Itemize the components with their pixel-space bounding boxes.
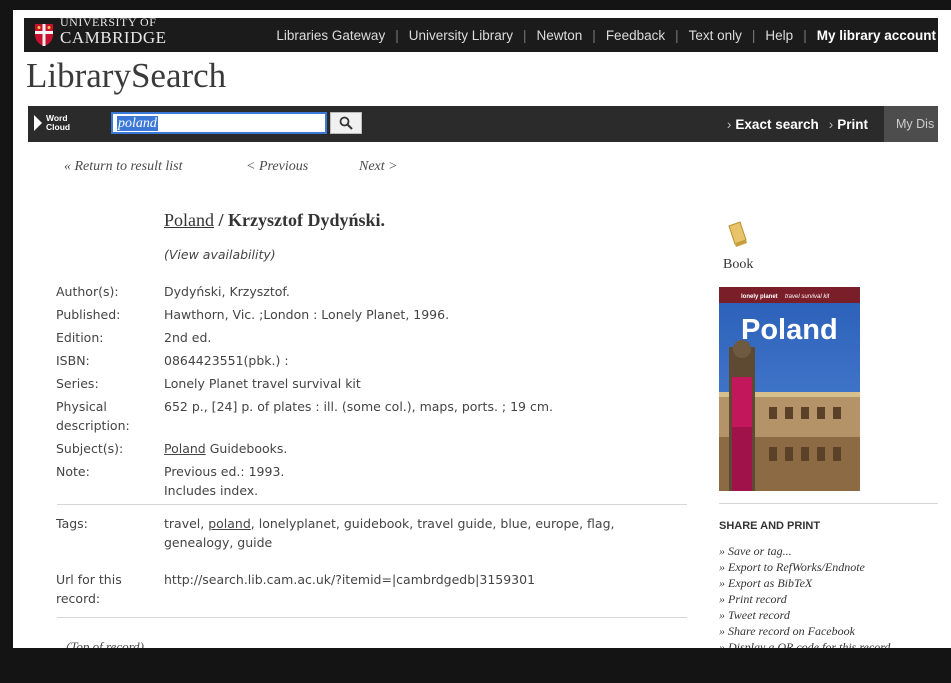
physical-value: 652 p., [24] p. of plates : ill. (some c… [164,399,553,414]
published-value: Hawthorn, Vic. ;London : Lonely Planet, … [164,307,450,322]
author-label: Author(s): [56,284,119,299]
published-label: Published: [56,307,121,322]
chevron-right-icon: › [726,116,732,132]
subject-rest: Guidebooks. [205,441,288,456]
cover-series: travel survival kit [785,294,830,300]
series-value: Lonely Planet travel survival kit [164,376,361,391]
share-and-print-heading: SHARE AND PRINT [719,520,821,532]
link-text-only[interactable]: Text only [679,28,752,43]
url-value[interactable]: http://search.lib.cam.ac.uk/?itemid=|cam… [164,570,706,608]
library-search-heading[interactable]: LibrarySearch [26,56,226,96]
play-triangle-icon [34,115,42,131]
my-discovery-tab[interactable]: My Dis [884,106,938,142]
book-cover-image[interactable]: lonely planet travel survival kit Poland [719,287,860,491]
edition-value: 2nd ed. [164,330,212,345]
word-cloud-toggle[interactable]: Word Cloud [34,114,70,132]
chevron-right-icon: › [828,116,834,132]
subject-link[interactable]: Poland [164,441,206,456]
share-list: » Save or tag... » Export to RefWorks/En… [719,543,890,655]
export-bibtex-link[interactable]: » Export as BibTeX [719,575,890,591]
cover-brand: lonely planet [741,294,778,300]
note-label: Note: [56,464,90,479]
search-input[interactable]: poland [111,112,327,134]
author-value: Dydyński, Krzysztof. [164,284,290,299]
note-line1: Previous ed.: 1993. [164,464,285,479]
link-help[interactable]: Help [755,28,803,43]
tags-value: travel, poland, lonelyplanet, guidebook,… [164,514,706,552]
format-label: Book [723,257,754,272]
print-label: Print [837,116,868,132]
next-link[interactable]: Next > [359,159,398,175]
isbn-label: ISBN: [56,353,90,368]
subject-value: Poland Guidebooks. [164,439,706,458]
physical-label-line1: Physical [56,399,107,414]
save-or-tag-link[interactable]: » Save or tag... [719,543,890,559]
tags-text-pre: travel, [164,516,209,531]
logo-cambridge-text: CAMBRIDGE [60,28,167,47]
view-availability-link[interactable]: (View availability) [164,247,276,262]
previous-link[interactable]: < Previous [246,159,308,175]
exact-search-label: Exact search [735,116,819,132]
print-record-link[interactable]: » Print record [719,591,890,607]
share-facebook-link[interactable]: » Share record on Facebook [719,623,890,639]
physical-label: Physical description: [56,397,164,435]
search-button[interactable] [330,112,362,134]
url-label-line2: record: [56,591,101,606]
cambridge-logo[interactable]: UNIVERSITY OF CAMBRIDGE [34,15,167,52]
tags-line2: genealogy, guide [164,535,273,550]
record-tags-section: Tags: travel, poland, lonelyplanet, guide… [56,514,706,608]
search-bar: Word Cloud poland › Exact search › Print M… [28,106,938,142]
physical-label-line2: description: [56,418,130,433]
export-refworks-link[interactable]: » Export to RefWorks/Endnote [719,559,890,575]
tags-label: Tags: [56,516,88,531]
screenshot-frame-left [0,0,13,683]
exact-search-link[interactable]: › Exact search [727,117,829,132]
screenshot-frame-bottom [0,648,951,683]
divider [57,504,687,505]
link-libraries-gateway[interactable]: Libraries Gateway [266,28,395,43]
cover-title: Poland [741,314,838,346]
title-link[interactable]: Poland [164,210,214,230]
subject-label: Subject(s): [56,441,124,456]
link-university-library[interactable]: University Library [399,28,523,43]
shield-icon [35,24,53,46]
screenshot-frame-top [0,0,951,10]
link-my-library-account[interactable]: My library account [807,28,938,43]
print-link[interactable]: › Print [829,117,884,132]
top-navigation-bar: UNIVERSITY OF CAMBRIDGE Libraries Gatewa… [24,15,938,52]
record-details: Author(s): Dydyński, Krzysztof. Published… [56,282,706,500]
link-feedback[interactable]: Feedback [596,28,675,43]
book-icon [728,221,747,247]
note-value: Previous ed.: 1993. Includes index. [164,462,706,500]
return-to-results-link[interactable]: « Return to result list [64,159,182,175]
tweet-record-link[interactable]: » Tweet record [719,607,890,623]
record-title: Poland / Krzysztof Dydyński. [164,210,385,231]
link-newton[interactable]: Newton [527,28,593,43]
sidebar-divider [719,503,938,504]
note-line2: Includes index. [164,483,259,498]
url-label-line1: Url for this [56,572,122,587]
edition-label: Edition: [56,330,104,345]
word-cloud-label-line2: Cloud [46,122,71,132]
search-query-text: poland [117,116,158,131]
divider [57,617,687,618]
title-author: / Krzysztof Dydyński. [214,210,386,230]
isbn-value: 0864423551(pbk.) : [164,353,289,368]
url-label: Url for this record: [56,570,164,608]
tag-link-poland[interactable]: poland [208,516,251,531]
tags-text-post: , lonelyplanet, guidebook, travel guide,… [250,516,615,531]
series-label: Series: [56,376,99,391]
magnifier-icon [339,116,353,130]
